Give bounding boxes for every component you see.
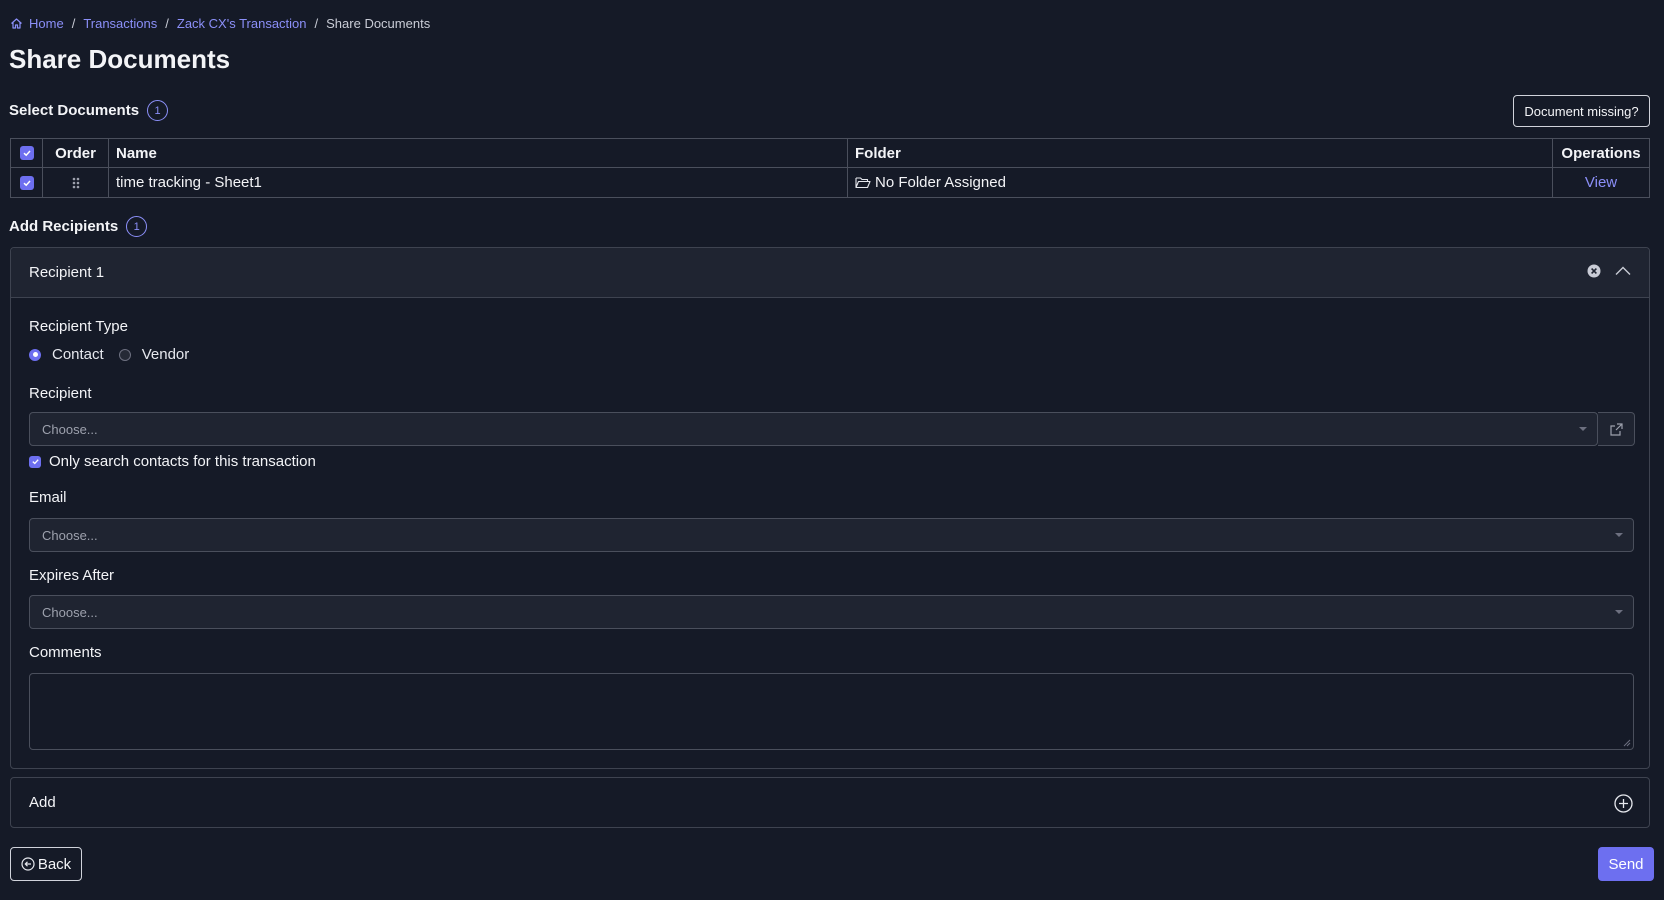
recipient-label: Recipient (29, 385, 92, 402)
chevron-up-icon[interactable] (1615, 266, 1631, 276)
select-all-checkbox[interactable] (19, 146, 34, 160)
comments-label: Comments (29, 644, 102, 661)
radio-contact-label[interactable]: Contact (52, 346, 104, 363)
home-icon (10, 17, 23, 30)
row-select-cell[interactable] (11, 168, 43, 197)
select-documents-title: Select Documents (9, 102, 140, 119)
recipient-card: Recipient 1 Recipient Type Contact Vendo… (10, 247, 1650, 769)
column-header-order: Order (43, 139, 109, 168)
radio-contact[interactable] (29, 348, 41, 361)
external-link-icon (1609, 422, 1623, 436)
drag-handle-icon[interactable] (71, 176, 81, 190)
expires-after-placeholder: Choose... (42, 604, 98, 620)
resize-grip-icon[interactable] (1623, 739, 1631, 747)
recipient-type-label: Recipient Type (29, 318, 128, 335)
document-name: time tracking - Sheet1 (109, 168, 848, 197)
only-search-row[interactable]: Only search contacts for this transactio… (29, 453, 316, 470)
arrow-left-circle-icon (21, 857, 35, 871)
radio-vendor-label[interactable]: Vendor (142, 346, 190, 363)
check-icon (22, 150, 31, 157)
select-documents-heading: Select Documents 1 (9, 100, 169, 121)
folder-label: No Folder Assigned (875, 174, 1006, 191)
row-checkbox[interactable] (19, 175, 34, 190)
breadcrumb: Home / Transactions / Zack CX's Transact… (10, 16, 430, 31)
back-button-label: Back (37, 855, 72, 873)
check-icon (22, 179, 31, 186)
document-missing-button[interactable]: Document missing? (1513, 95, 1650, 127)
column-header-name: Name (109, 139, 848, 168)
recipient-select-placeholder: Choose... (42, 421, 98, 437)
document-folder: No Folder Assigned (848, 168, 1553, 197)
email-select[interactable]: Choose... (29, 518, 1634, 552)
only-search-label[interactable]: Only search contacts for this transactio… (49, 453, 316, 470)
email-label: Email (29, 489, 67, 506)
column-header-operations: Operations (1553, 139, 1649, 168)
comments-textarea[interactable] (29, 673, 1634, 750)
view-link[interactable]: View (1585, 174, 1617, 191)
send-button[interactable]: Send (1598, 847, 1654, 881)
breadcrumb-current: Share Documents (326, 16, 431, 31)
expires-after-select[interactable]: Choose... (29, 595, 1634, 629)
remove-recipient-icon[interactable] (1587, 264, 1601, 278)
recipient-type-options: Contact Vendor (29, 346, 189, 363)
breadcrumb-separator: / (165, 16, 169, 31)
add-recipient-label[interactable]: Add (29, 794, 56, 811)
documents-count-badge: 1 (147, 100, 169, 121)
breadcrumb-home-link[interactable]: Home (29, 16, 64, 31)
recipient-header[interactable]: Recipient 1 (11, 248, 1649, 298)
operations-cell: View (1553, 168, 1649, 197)
recipients-count-badge: 1 (126, 216, 148, 237)
select-all-cell[interactable] (11, 139, 43, 168)
add-recipients-heading: Add Recipients 1 (9, 216, 148, 237)
email-select-placeholder: Choose... (42, 527, 98, 543)
documents-table: Order Name Folder Operations time tracki… (10, 138, 1650, 198)
plus-circle-icon[interactable] (1614, 794, 1633, 813)
check-icon (31, 459, 39, 465)
recipient-select[interactable]: Choose... (29, 412, 1598, 446)
breadcrumb-transactions-link[interactable]: Transactions (83, 16, 157, 31)
chevron-down-icon (1615, 610, 1623, 614)
add-recipient-card[interactable]: Add (10, 777, 1650, 828)
folder-open-icon (855, 177, 871, 189)
breadcrumb-separator: / (314, 16, 319, 31)
add-recipients-title: Add Recipients (9, 218, 119, 235)
chevron-down-icon (1579, 427, 1587, 431)
breadcrumb-separator: / (71, 16, 76, 31)
column-header-folder: Folder (848, 139, 1553, 168)
expires-after-label: Expires After (29, 567, 115, 584)
page-title: Share Documents (9, 44, 231, 74)
recipient-header-title: Recipient 1 (29, 264, 105, 281)
back-button[interactable]: Back (10, 847, 82, 881)
breadcrumb-transaction-link[interactable]: Zack CX's Transaction (177, 16, 307, 31)
drag-handle-cell[interactable] (43, 168, 109, 197)
radio-vendor[interactable] (118, 348, 131, 361)
chevron-down-icon (1615, 533, 1623, 537)
open-recipient-button[interactable] (1598, 412, 1635, 446)
only-search-checkbox[interactable] (29, 455, 41, 468)
